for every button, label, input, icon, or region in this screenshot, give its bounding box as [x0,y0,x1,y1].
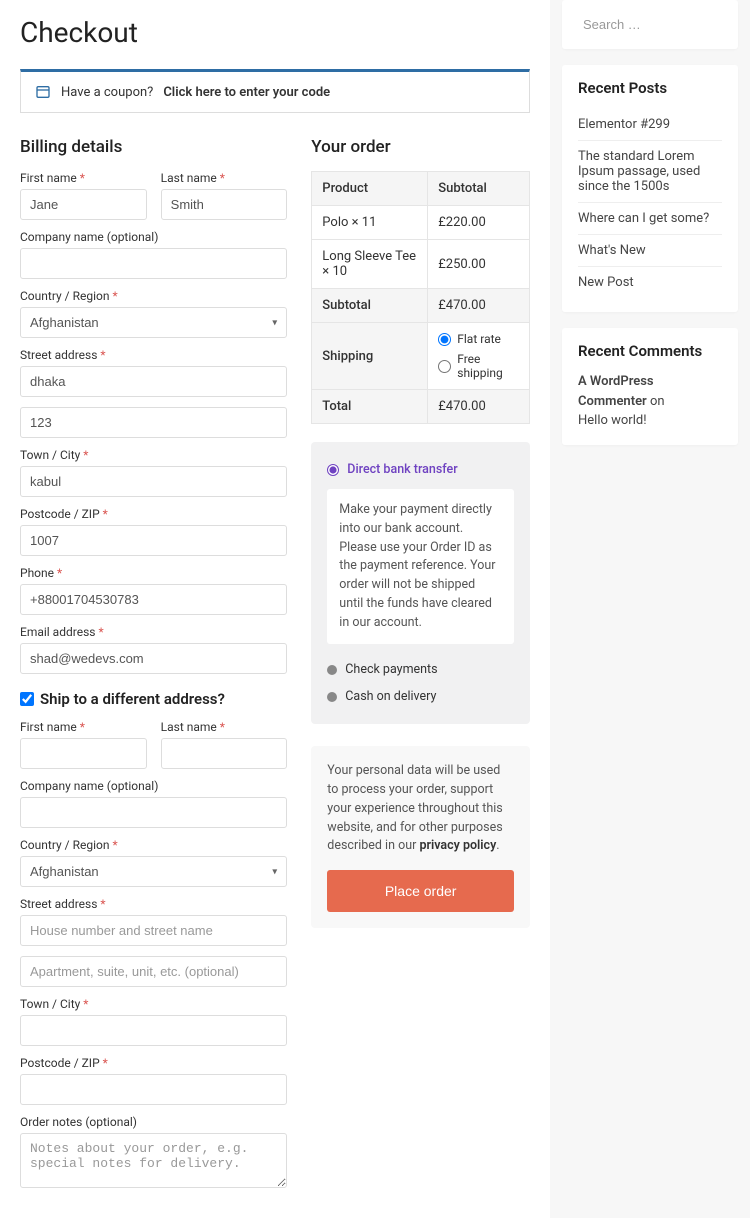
email-label: Email address * [20,625,287,639]
ship-postcode-label: Postcode / ZIP * [20,1056,287,1070]
radio-icon [327,665,337,675]
radio-icon [327,692,337,702]
ship-different-toggle[interactable]: Ship to a different address? [20,690,287,708]
comment-post: Hello world! [578,413,647,428]
ship-country-select[interactable]: Afghanistan [20,856,287,887]
ship-country-label: Country / Region * [20,838,287,852]
list-item[interactable]: New Post [578,267,722,298]
ship-free-option[interactable]: Free shipping [438,352,519,380]
search-widget [562,0,738,49]
billing-phone-input[interactable] [20,584,287,615]
street-label: Street address * [20,348,287,362]
first-name-label: First name * [20,171,147,185]
coupon-prompt: Have a coupon? [61,85,153,100]
billing-heading: Billing details [20,137,287,157]
ship-street1-input[interactable] [20,915,287,946]
order-table: Product Subtotal Polo × 11 £220.00 Long … [311,171,530,424]
col-subtotal: Subtotal [428,172,530,206]
order-notes-input[interactable] [20,1133,287,1188]
table-row: Polo × 11 £220.00 [312,206,530,240]
ship-different-checkbox[interactable] [20,692,34,706]
list-item[interactable]: Where can I get some? [578,203,722,235]
ship-flat-option[interactable]: Flat rate [438,332,519,346]
billing-country-select[interactable]: Afghanistan [20,307,287,338]
place-order-button[interactable]: Place order [327,870,514,912]
ship-flat-radio[interactable] [438,333,451,346]
billing-town-input[interactable] [20,466,287,497]
comment-item[interactable]: A WordPress Commenter on Hello world! [578,372,722,431]
table-row: Long Sleeve Tee × 10 £250.00 [312,240,530,289]
comment-author: A WordPress Commenter [578,374,654,409]
ship-town-label: Town / City * [20,997,287,1011]
ship-town-input[interactable] [20,1015,287,1046]
ship-first-name-label: First name * [20,720,147,734]
coupon-notice[interactable]: Have a coupon? Click here to enter your … [20,69,530,113]
town-label: Town / City * [20,448,287,462]
payment-bank[interactable]: Direct bank transfer [327,456,514,483]
phone-label: Phone * [20,566,287,580]
payment-bank-desc: Make your payment directly into our bank… [327,489,514,644]
billing-street1-input[interactable] [20,366,287,397]
shipping-label: Shipping [312,323,428,390]
search-input[interactable] [574,10,726,39]
postcode-label: Postcode / ZIP * [20,507,287,521]
ship-company-label: Company name (optional) [20,779,287,793]
ship-different-label: Ship to a different address? [40,690,225,708]
subtotal-label: Subtotal [312,289,428,323]
coupon-link[interactable]: Click here to enter your code [163,85,330,100]
ship-company-input[interactable] [20,797,287,828]
privacy-box: Your personal data will be used to proce… [311,746,530,928]
recent-comments-widget: Recent Comments A WordPress Commenter on… [562,328,738,445]
total-value: £470.00 [428,390,530,424]
privacy-link[interactable]: privacy policy [419,838,496,853]
list-item[interactable]: What's New [578,235,722,267]
ship-street-label: Street address * [20,897,287,911]
coupon-icon [35,84,51,100]
order-heading: Your order [311,137,530,157]
page-title: Checkout [20,16,530,49]
payment-bank-radio[interactable] [327,464,339,476]
ship-first-name-input[interactable] [20,738,147,769]
billing-postcode-input[interactable] [20,525,287,556]
payment-methods: Direct bank transfer Make your payment d… [311,442,530,724]
billing-email-input[interactable] [20,643,287,674]
recent-posts-heading: Recent Posts [578,79,722,97]
list-item[interactable]: The standard Lorem Ipsum passage, used s… [578,141,722,203]
billing-street2-input[interactable] [20,407,287,438]
recent-posts-widget: Recent Posts Elementor #299 The standard… [562,65,738,312]
order-notes-label: Order notes (optional) [20,1115,287,1129]
ship-last-name-label: Last name * [161,720,288,734]
recent-comments-heading: Recent Comments [578,342,722,360]
ship-street2-input[interactable] [20,956,287,987]
country-label: Country / Region * [20,289,287,303]
col-product: Product [312,172,428,206]
last-name-label: Last name * [161,171,288,185]
company-label: Company name (optional) [20,230,287,244]
list-item[interactable]: Elementor #299 [578,109,722,141]
billing-last-name-input[interactable] [161,189,288,220]
total-label: Total [312,390,428,424]
ship-free-radio[interactable] [438,360,451,373]
ship-last-name-input[interactable] [161,738,288,769]
ship-postcode-input[interactable] [20,1074,287,1105]
billing-company-input[interactable] [20,248,287,279]
billing-first-name-input[interactable] [20,189,147,220]
subtotal-value: £470.00 [428,289,530,323]
payment-cod[interactable]: Cash on delivery [327,683,514,710]
payment-check[interactable]: Check payments [327,656,514,683]
